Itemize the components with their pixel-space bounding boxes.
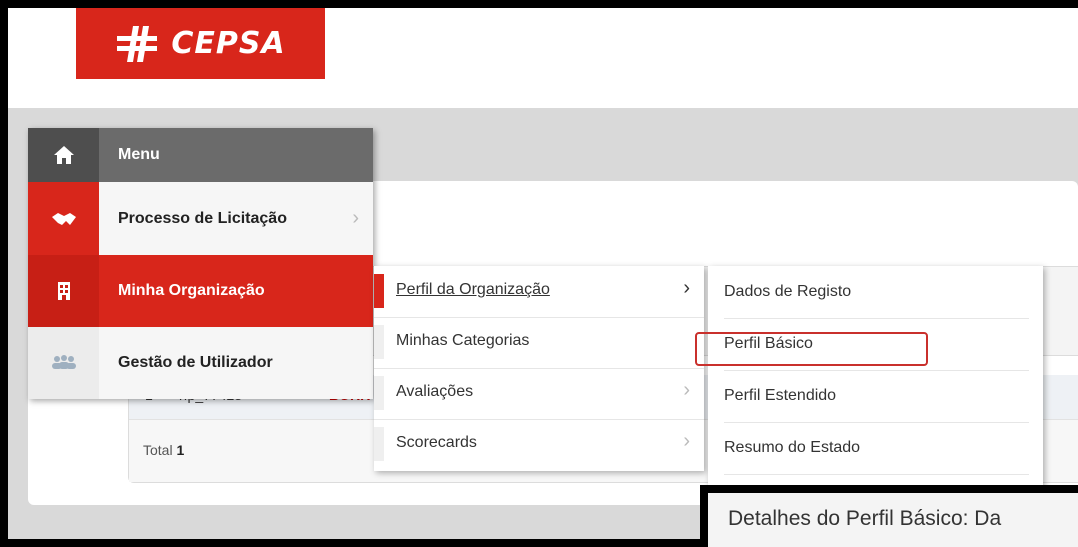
submenu-item-label: Resumo do Estado [724, 439, 861, 456]
menu-item-label: Gestão de Utilizador [118, 354, 273, 371]
detail-title-bar: Detalhes do Perfil Básico: Da [700, 485, 1078, 547]
menu-header[interactable]: Menu [28, 128, 373, 182]
logo-text: CEPSA [171, 26, 286, 61]
submenu-item-scorecards[interactable]: Scorecards › [374, 419, 704, 470]
item-marker [374, 376, 384, 410]
submenu-item-label: Scorecards [396, 434, 477, 451]
chevron-right-icon: › [683, 277, 690, 299]
submenu-item-resumo-estado[interactable]: Resumo do Estado [724, 422, 1029, 475]
menu-header-label: Menu [118, 146, 160, 163]
menu-item-processo-licitacao[interactable]: Processo de Licitação › [28, 182, 373, 256]
item-marker [374, 427, 384, 461]
users-icon [28, 327, 99, 399]
submenu-item-label: Perfil da Organização [396, 281, 550, 298]
chevron-right-icon: › [683, 379, 690, 401]
highlight-box [695, 332, 928, 366]
menu-item-label: Minha Organização [118, 282, 265, 299]
menu-item-label: Processo de Licitação [118, 209, 287, 227]
home-icon [28, 128, 99, 182]
menu-item-minha-organizacao[interactable]: Minha Organização [28, 255, 373, 327]
cepsa-logo[interactable]: CEPSA [76, 8, 325, 79]
submenu-item-perfil-estendido[interactable]: Perfil Estendido [724, 370, 1029, 423]
menu-item-gestao-utilizador[interactable]: Gestão de Utilizador [28, 327, 373, 399]
total-count: Total 1 [143, 442, 184, 458]
total-value: 1 [176, 442, 185, 458]
page-frame: CEPSA 1 rfp_77428 BORR Total 1 Menu [8, 8, 1078, 539]
cepsa-symbol-icon [117, 25, 158, 62]
submenu-item-label: Dados de Registo [724, 283, 852, 300]
total-label: Total [143, 442, 173, 458]
active-marker [374, 274, 384, 308]
submenu-item-label: Perfil Estendido [724, 387, 837, 404]
chevron-right-icon: › [683, 430, 690, 452]
submenu-item-label: Minhas Categorias [396, 332, 530, 349]
submenu-perfil-organizacao: Dados de Registo Perfil Básico Perfil Es… [708, 266, 1043, 499]
submenu-item-label: Avaliações [396, 383, 474, 400]
submenu-item-dados-registo[interactable]: Dados de Registo [724, 266, 1029, 319]
submenu-minha-organizacao: Perfil da Organização › Minhas Categoria… [374, 266, 704, 471]
detail-title-inner: Detalhes do Perfil Básico: Da [708, 493, 1078, 547]
submenu-item-perfil-organizacao[interactable]: Perfil da Organização › [374, 266, 704, 318]
item-marker [374, 325, 384, 359]
chevron-right-icon: › [352, 207, 359, 229]
submenu-item-avaliacoes[interactable]: Avaliações › [374, 368, 704, 420]
detail-title: Detalhes do Perfil Básico: Da [728, 507, 1002, 530]
submenu-item-minhas-categorias[interactable]: Minhas Categorias [374, 317, 704, 369]
handshake-icon [28, 182, 99, 255]
building-icon [28, 255, 99, 327]
main-menu: Menu Processo de Licitação › Minha Organ… [28, 128, 373, 399]
